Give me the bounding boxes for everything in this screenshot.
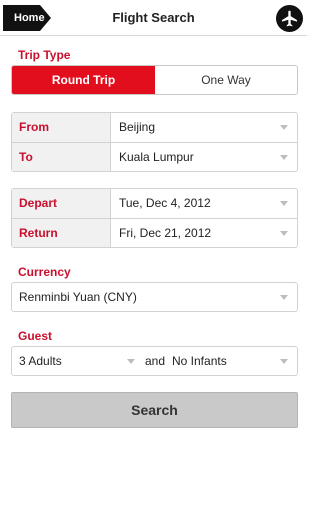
- nav-bar: Home Flight Search: [0, 0, 307, 36]
- depart-label: Depart: [12, 189, 111, 218]
- guest-fields: 3 Adults and No Infants: [11, 346, 298, 376]
- guest-label: Guest: [18, 329, 53, 343]
- to-value: Kuala Lumpur: [119, 150, 194, 164]
- flights-button[interactable]: [276, 5, 303, 32]
- page-title: Flight Search: [112, 10, 195, 25]
- chevron-down-icon: [280, 295, 288, 300]
- currency-value: Renminbi Yuan (CNY): [19, 290, 137, 304]
- chevron-down-icon: [280, 201, 288, 206]
- chevron-down-icon: [280, 155, 288, 160]
- chevron-down-icon: [280, 125, 288, 130]
- to-label: To: [12, 143, 111, 171]
- return-row[interactable]: Return Fri, Dec 21, 2012: [12, 218, 297, 247]
- from-row[interactable]: From Beijing: [12, 113, 297, 142]
- guest-connector: and: [145, 354, 166, 368]
- infants-select[interactable]: No Infants: [172, 347, 227, 375]
- to-row[interactable]: To Kuala Lumpur: [12, 142, 297, 171]
- from-value: Beijing: [119, 120, 156, 134]
- adults-select[interactable]: 3 Adults: [19, 347, 62, 375]
- chevron-down-icon: [127, 359, 135, 364]
- round-trip-option[interactable]: Round Trip: [12, 66, 155, 94]
- chevron-down-icon: [280, 231, 288, 236]
- search-button[interactable]: Search: [11, 392, 298, 428]
- currency-select[interactable]: Renminbi Yuan (CNY): [11, 282, 298, 312]
- depart-row[interactable]: Depart Tue, Dec 4, 2012: [12, 189, 297, 218]
- trip-type-label: Trip Type: [18, 48, 71, 62]
- airplane-icon: [281, 10, 298, 27]
- one-way-option[interactable]: One Way: [155, 66, 297, 94]
- trip-type-segmented-control: Round Trip One Way: [11, 65, 298, 95]
- return-label: Return: [12, 219, 111, 247]
- currency-label: Currency: [18, 265, 71, 279]
- from-label: From: [12, 113, 111, 142]
- dates-group: Depart Tue, Dec 4, 2012 Return Fri, Dec …: [11, 188, 298, 248]
- route-group: From Beijing To Kuala Lumpur: [11, 112, 298, 172]
- return-value: Fri, Dec 21, 2012: [119, 226, 212, 240]
- chevron-down-icon: [280, 359, 288, 364]
- depart-value: Tue, Dec 4, 2012: [119, 196, 211, 210]
